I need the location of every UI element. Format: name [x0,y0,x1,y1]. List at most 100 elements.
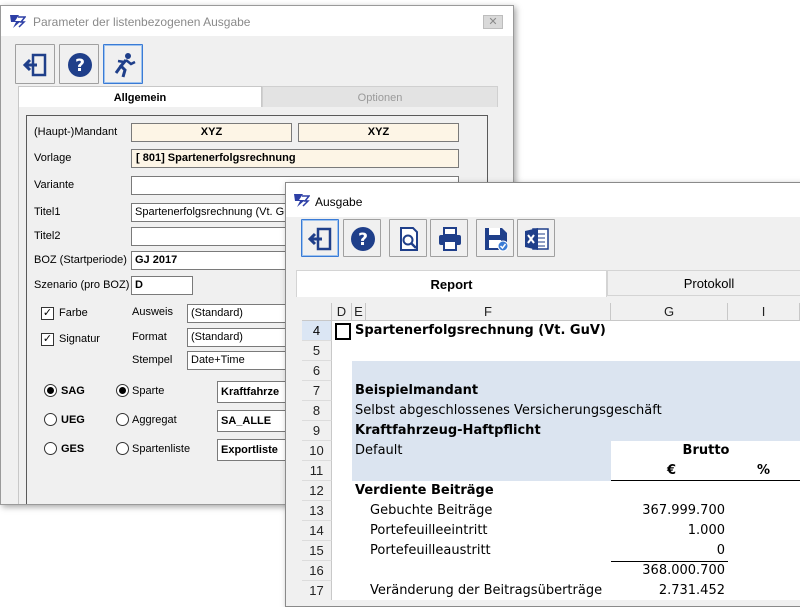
ausgabe-titlebar[interactable]: Ausgabe [286,183,800,217]
label-cell[interactable]: Portefeuilleeintritt [370,521,488,541]
print-preview-icon [400,227,418,251]
row-header[interactable]: 11 [302,461,332,481]
row-header[interactable]: 14 [302,521,332,541]
help-icon: ? [68,53,92,77]
tab-report[interactable]: Report [296,270,607,297]
ges-label: GES [61,443,85,455]
exit-button[interactable] [301,219,339,257]
mandant-cell[interactable]: Beispielmandant [355,381,478,401]
value-cell[interactable]: 367.999.700 [611,501,725,521]
value-cell[interactable]: 2.731.452 [611,581,725,600]
signatur-label: Signatur [59,333,100,345]
business-cell[interactable]: Selbst abgeschlossenes Versicherungsgesc… [355,401,662,421]
report-sheet[interactable]: D E F G I 4 5 6 7 8 9 10 11 12 13 14 15 … [302,303,800,600]
svg-text:?: ? [75,56,85,76]
sag-label: SAG [61,385,85,397]
row-header[interactable]: 17 [302,581,332,600]
row-header[interactable]: 16 [302,561,332,581]
radio-ges[interactable] [44,442,57,455]
sparte-label: Sparte [132,385,165,397]
vorlage-label: Vorlage [34,152,72,164]
column-header-d[interactable]: D [332,303,352,321]
label-cell[interactable]: Veränderung der Beitragsüberträge [370,581,602,600]
ausgabe-tabs: Report Protokoll [296,270,800,297]
value-cell[interactable]: 1.000 [611,521,725,541]
stempel-label: Stempel [132,354,173,366]
radio-ueg[interactable] [44,413,57,426]
tab-optionen[interactable]: Optionen [262,86,498,108]
row-header[interactable]: 4 [302,321,332,341]
printer-icon [439,227,461,251]
ueg-label: UEG [61,414,85,426]
help-icon: ? [351,227,375,251]
label-cell[interactable]: Portefeuilleaustritt [370,541,491,561]
column-header-f[interactable]: F [366,303,611,321]
euro-header-cell[interactable]: € [611,461,728,481]
radio-sag[interactable] [44,384,57,397]
row-header[interactable]: 9 [302,421,332,441]
save-disk-icon [485,228,509,252]
tab-allgemein[interactable]: Allgemein [18,86,262,108]
exit-icon [307,227,332,251]
param-close-button[interactable]: ✕ [483,15,503,29]
format-label: Format [132,331,167,343]
tab-protokoll[interactable]: Protokoll [607,270,800,296]
row-header[interactable]: 13 [302,501,332,521]
excel-export-button[interactable] [517,219,555,257]
param-titlebar[interactable]: Parameter der listenbezogenen Ausgabe ✕ [1,6,513,36]
report-title-cell[interactable]: Spartenerfolgsrechnung (Vt. GuV) [355,321,606,341]
percent-header-cell[interactable]: % [728,461,800,481]
run-button[interactable] [103,44,143,84]
mandant-label: (Haupt-)Mandant [34,126,118,138]
svg-text:?: ? [358,230,368,250]
section-cell[interactable]: Verdiente Beiträge [355,481,494,501]
mandant-field-2[interactable]: XYZ [298,123,459,142]
column-header-e[interactable]: E [352,303,366,321]
app-logo-icon [10,15,26,28]
running-man-icon [114,53,136,78]
save-button[interactable] [476,219,514,257]
vorlage-field[interactable]: [ 801] Spartenerfolgsrechnung [131,149,459,168]
radio-aggregat[interactable] [116,413,129,426]
column-header-i[interactable]: I [728,303,800,321]
farbe-checkbox[interactable]: ✓ [41,307,54,320]
radio-spartenliste[interactable] [116,442,129,455]
row-header[interactable]: 7 [302,381,332,401]
preview-button[interactable] [389,219,427,257]
app-logo-icon [294,194,310,207]
label-cell[interactable]: Gebuchte Beiträge [370,501,492,521]
farbe-label: Farbe [59,307,88,319]
spartenliste-label: Spartenliste [132,443,191,455]
signatur-checkbox[interactable]: ✓ [41,333,54,346]
print-button[interactable] [430,219,468,257]
radio-sparte[interactable] [116,384,129,397]
row-header[interactable]: 10 [302,441,332,461]
exit-icon [22,53,47,77]
row-header[interactable]: 15 [302,541,332,561]
exit-button[interactable] [15,44,55,84]
variante-label: Variante [34,179,75,191]
help-button[interactable]: ? [59,44,99,84]
row-header[interactable]: 6 [302,361,332,381]
brutto-header-cell[interactable]: Brutto [611,441,800,461]
ausweis-label: Ausweis [132,306,173,318]
select-all-corner[interactable] [302,303,332,321]
row-header[interactable]: 8 [302,401,332,421]
row-header[interactable]: 12 [302,481,332,501]
value-cell[interactable]: 0 [611,541,725,561]
help-button[interactable]: ? [343,219,381,257]
titel1-label: Titel1 [34,206,61,218]
scenario-cell[interactable]: Default [355,441,403,461]
boz-label: BOZ (Startperiode) [34,254,127,266]
titel2-label: Titel2 [34,230,61,242]
szenario-field[interactable]: D [131,276,193,295]
row-header[interactable]: 5 [302,341,332,361]
column-header-g[interactable]: G [611,303,728,321]
param-window-title: Parameter der listenbezogenen Ausgabe [33,15,251,29]
sparte-cell[interactable]: Kraftfahrzeug-Haftpflicht [355,421,541,441]
param-tabs: Allgemein Optionen [18,86,498,108]
mandant-field-1[interactable]: XYZ [131,123,292,142]
header-underline [611,480,800,481]
selected-cell[interactable] [335,323,351,340]
subtotal-cell[interactable]: 368.000.700 [611,561,725,581]
